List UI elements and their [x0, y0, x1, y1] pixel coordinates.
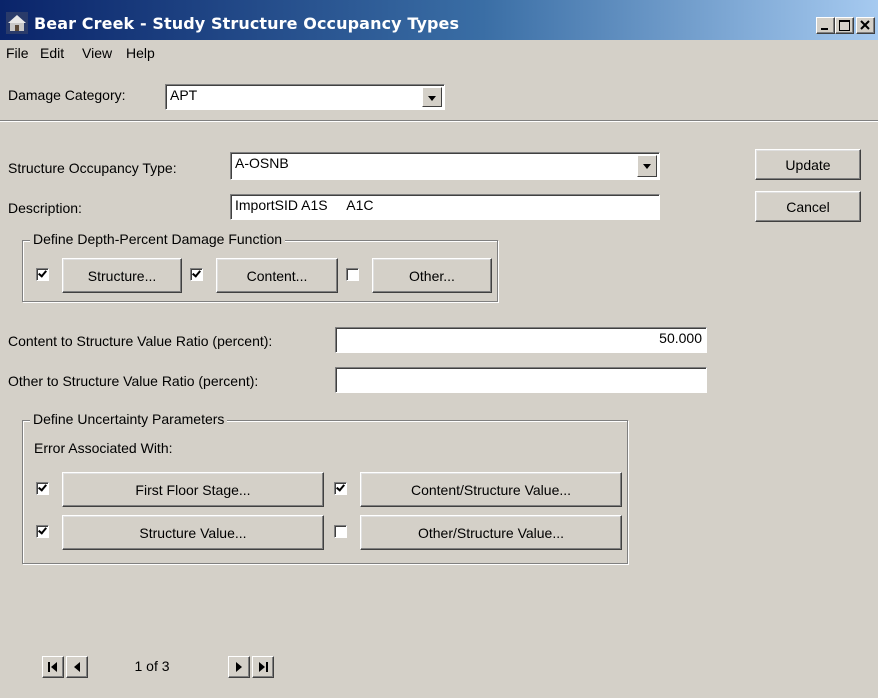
- title-bar[interactable]: Bear Creek - Study Structure Occupancy T…: [0, 0, 878, 40]
- other-structure-checkbox[interactable]: [334, 525, 347, 538]
- depth-damage-title: Define Depth-Percent Damage Function: [30, 231, 286, 247]
- maximize-icon[interactable]: [835, 17, 854, 34]
- first-floor-stage-checkbox[interactable]: [36, 482, 49, 495]
- error-associated-label: Error Associated With:: [34, 440, 173, 456]
- menu-help[interactable]: Help: [126, 45, 155, 61]
- close-icon[interactable]: [856, 17, 875, 34]
- uncertainty-title: Define Uncertainty Parameters: [30, 411, 228, 427]
- content-checkbox[interactable]: [190, 268, 203, 281]
- cancel-button[interactable]: Cancel: [755, 191, 861, 222]
- other-structure-button[interactable]: Other/Structure Value...: [360, 515, 622, 550]
- cancel-label: Cancel: [786, 198, 830, 215]
- description-label: Description:: [8, 200, 82, 216]
- chevron-down-icon[interactable]: [422, 87, 442, 107]
- other-ratio-field[interactable]: [335, 367, 707, 393]
- last-record-icon[interactable]: [252, 656, 274, 678]
- content-ratio-label: Content to Structure Value Ratio (percen…: [8, 333, 273, 349]
- first-record-icon[interactable]: [42, 656, 64, 678]
- menu-file[interactable]: File: [6, 45, 29, 61]
- structure-value-checkbox[interactable]: [36, 525, 49, 538]
- first-floor-stage-button[interactable]: First Floor Stage...: [62, 472, 324, 507]
- menu-edit[interactable]: Edit: [40, 45, 64, 61]
- prev-record-icon[interactable]: [66, 656, 88, 678]
- occupancy-type-value: A-OSNB: [235, 155, 289, 171]
- damage-category-value: APT: [170, 87, 198, 103]
- damage-category-label: Damage Category:: [8, 87, 126, 103]
- window-title: Bear Creek - Study Structure Occupancy T…: [34, 14, 460, 33]
- structure-checkbox[interactable]: [36, 268, 49, 281]
- occupancy-type-select[interactable]: A-OSNB: [230, 152, 660, 180]
- minimize-icon[interactable]: [816, 17, 835, 34]
- chevron-down-icon[interactable]: [637, 155, 657, 177]
- content-structure-button[interactable]: Content/Structure Value...: [360, 472, 622, 507]
- content-button[interactable]: Content...: [216, 258, 338, 293]
- structure-value-button[interactable]: Structure Value...: [62, 515, 324, 550]
- update-button[interactable]: Update: [755, 149, 861, 180]
- occupancy-type-label: Structure Occupancy Type:: [8, 160, 177, 176]
- next-record-icon[interactable]: [228, 656, 250, 678]
- other-button[interactable]: Other...: [372, 258, 492, 293]
- menu-bar: File Edit View Help: [0, 42, 878, 64]
- structure-button[interactable]: Structure...: [62, 258, 182, 293]
- description-field[interactable]: ImportSID A1S A1C: [230, 194, 660, 220]
- other-ratio-label: Other to Structure Value Ratio (percent)…: [8, 373, 259, 389]
- app-house-icon: [6, 12, 28, 34]
- other-checkbox[interactable]: [346, 268, 359, 281]
- record-position: 1 of 3: [134, 658, 170, 674]
- app-window: Bear Creek - Study Structure Occupancy T…: [0, 0, 878, 698]
- menu-view[interactable]: View: [82, 45, 112, 61]
- section-divider: [0, 120, 878, 122]
- content-ratio-field[interactable]: 50.000: [335, 327, 707, 353]
- damage-category-select[interactable]: APT: [165, 84, 445, 110]
- content-structure-checkbox[interactable]: [334, 482, 347, 495]
